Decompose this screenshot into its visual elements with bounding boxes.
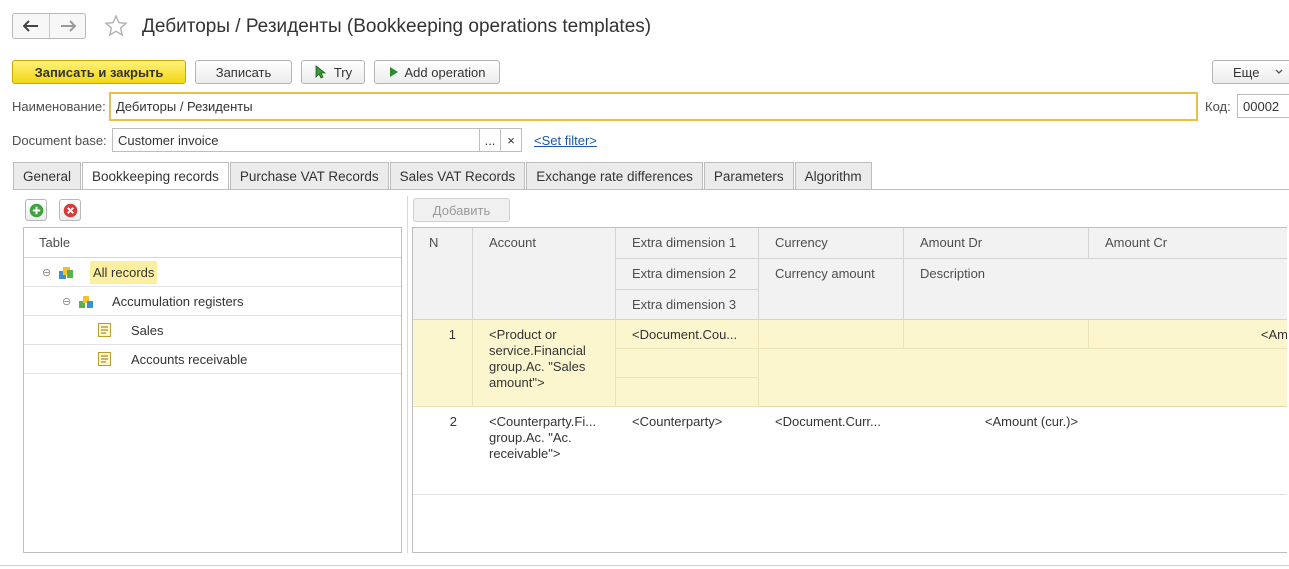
tree-item-label: Sales (131, 323, 164, 338)
status-divider (0, 565, 1289, 566)
cell-amount-cr: <Am (1089, 320, 1287, 349)
save-and-close-button[interactable]: Записать и закрыть (12, 60, 186, 84)
more-menu-button[interactable]: Еще (1212, 60, 1289, 84)
tree-item-accounts-receivable[interactable]: Accounts receivable (24, 345, 401, 374)
column-header-description[interactable]: Description (904, 259, 1287, 320)
cell-n: 2 (449, 414, 457, 429)
document-base-label: Document base: (12, 133, 107, 148)
add-record-button[interactable] (25, 199, 47, 221)
tree-item-label: Accumulation registers (112, 294, 244, 309)
name-input[interactable]: Дебиторы / Резиденты (109, 92, 1198, 121)
arrow-right-icon (60, 20, 76, 32)
cell-n: 1 (413, 320, 473, 407)
navigation-buttons (12, 13, 86, 39)
tab-divider (13, 189, 1289, 190)
tree-header: Table (24, 228, 401, 258)
cell-amount-dr (904, 320, 1089, 349)
delete-circle-icon (63, 203, 77, 217)
column-header-amount-dr[interactable]: Amount Dr (904, 228, 1089, 259)
column-header-amount-cr[interactable]: Amount Cr (1089, 228, 1287, 259)
cell-account: <Product or service.Financial group.Ac. … (473, 320, 616, 407)
registers-icon (59, 267, 73, 279)
forward-button[interactable] (49, 14, 85, 38)
cell-extra-dimension-2 (616, 349, 759, 378)
register-doc-icon (98, 323, 111, 337)
tab-parameters[interactable]: Parameters (703, 162, 794, 189)
add-operation-button[interactable]: Add operation (374, 60, 500, 84)
column-header-account[interactable]: Account (473, 228, 616, 320)
cell-extra-dimension-3 (616, 378, 759, 407)
collapse-toggle-icon[interactable]: ⊖ (62, 295, 71, 308)
tab-sales-vat-records[interactable]: Sales VAT Records (389, 162, 526, 189)
favorite-star-icon[interactable] (104, 14, 128, 38)
records-grid: N Account Extra dimension 1 Extra dimens… (412, 227, 1287, 553)
records-tree: Table ⊖ All records ⊖ Accumulation regis… (23, 227, 402, 553)
cell-amount-dr: <Amount (cur.)> (984, 414, 1079, 429)
play-icon (389, 67, 398, 77)
panel-splitter[interactable] (407, 196, 408, 553)
collapse-toggle-icon[interactable]: ⊖ (42, 266, 51, 279)
accumulation-register-icon (79, 296, 93, 308)
register-doc-icon (98, 352, 111, 366)
clear-button[interactable]: × (500, 128, 522, 152)
tab-purchase-vat-records[interactable]: Purchase VAT Records (229, 162, 389, 189)
column-header-extra-dimension-1[interactable]: Extra dimension 1 (616, 228, 759, 259)
tab-algorithm[interactable]: Algorithm (794, 162, 872, 189)
tree-item-label: Accounts receivable (131, 352, 248, 367)
tree-item-accumulation-registers[interactable]: ⊖ Accumulation registers (24, 287, 401, 316)
code-input[interactable]: 00002 (1237, 94, 1289, 118)
cell-extra-dimension-1: <Counterparty> (632, 414, 723, 429)
name-label: Наименование: (12, 99, 106, 114)
column-header-extra-dimension-2[interactable]: Extra dimension 2 (616, 259, 759, 290)
choose-button[interactable]: ... (479, 128, 501, 152)
cursor-run-icon (315, 65, 327, 79)
try-label: Try (333, 64, 353, 80)
code-label: Код: (1205, 99, 1231, 114)
column-header-currency[interactable]: Currency (759, 228, 904, 259)
arrow-left-icon (23, 20, 38, 32)
tree-item-label: All records (90, 261, 158, 284)
delete-record-button[interactable] (59, 199, 81, 221)
tab-exchange-rate-differences[interactable]: Exchange rate differences (526, 162, 703, 189)
cell-currency: <Document.Curr... (775, 414, 881, 429)
document-base-input[interactable]: Customer invoice (112, 128, 480, 152)
cell-account: <Counterparty.Fi... group.Ac. "Ac. recei… (489, 414, 597, 461)
tab-bar: General Bookkeeping records Purchase VAT… (13, 162, 873, 190)
add-row-button[interactable]: Добавить (413, 198, 510, 222)
column-header-n[interactable]: N (413, 228, 473, 320)
plus-circle-icon (29, 203, 43, 217)
add-operation-label: Add operation (404, 64, 486, 80)
set-filter-link[interactable]: <Set filter> (534, 133, 597, 148)
tree-item-sales[interactable]: Sales (24, 316, 401, 345)
try-button[interactable]: Try (301, 60, 365, 84)
cell-extra-dimension-1: <Document.Cou... (616, 320, 759, 349)
column-header-extra-dimension-3[interactable]: Extra dimension 3 (616, 290, 759, 320)
tab-bookkeeping-records[interactable]: Bookkeeping records (82, 162, 229, 190)
chevron-down-icon (1275, 69, 1283, 74)
back-button[interactable] (13, 14, 49, 38)
tab-general[interactable]: General (13, 162, 82, 189)
page-title: Дебиторы / Резиденты (Bookkeeping operat… (142, 16, 652, 37)
column-header-currency-amount[interactable]: Currency amount (759, 259, 904, 320)
more-label: Еще (1233, 64, 1260, 80)
tree-item-all-records[interactable]: ⊖ All records (24, 258, 401, 287)
cell-currency (759, 320, 904, 349)
save-button[interactable]: Записать (195, 60, 292, 84)
